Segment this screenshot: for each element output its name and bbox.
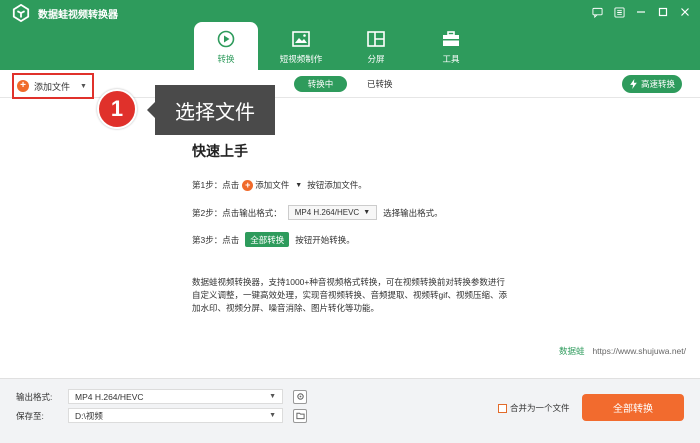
feedback-icon[interactable] (588, 3, 606, 21)
website-link[interactable]: https://www.shujuwa.net/ (592, 346, 686, 356)
toolbox-icon (443, 31, 459, 46)
add-icon: + (17, 80, 29, 92)
output-format-value: MP4 H.264/HEVC (75, 391, 144, 402)
brand-name: 数据蛙 (558, 346, 585, 356)
step1-suffix: 按钮添加文件。 (307, 180, 367, 190)
main-tabs: 转换 短视频制作 分屏 工具 (194, 22, 494, 70)
settings-icon (296, 393, 304, 400)
video-maker-icon (292, 31, 310, 47)
quickstart-panel: 快速上手 第1步：点击 + 添加文件 ▼ 按钮添加文件。 第2步：点击输出格式：… (0, 99, 700, 369)
merge-option[interactable]: 合并为一个文件 (498, 402, 570, 414)
tab-video-maker[interactable]: 短视频制作 (269, 22, 333, 70)
convert-icon (217, 30, 235, 48)
save-to-value: D:\视频 (75, 410, 103, 421)
quickstart-title: 快速上手 (192, 143, 248, 159)
chevron-down-icon: ▼ (269, 393, 276, 400)
tab-convert-label: 转换 (217, 54, 235, 64)
tab-converting[interactable]: 转换中 (294, 76, 347, 92)
output-format-row: 输出格式: MP4 H.264/HEVC ▼ (16, 389, 307, 404)
split-screen-icon (367, 31, 385, 47)
step3-prefix: 第3步：点击 (192, 234, 240, 245)
step3-suffix: 按钮开始转换。 (295, 234, 355, 245)
product-description: 数据蛙视频转换器，支持1000+种音视频格式转换，可在视频转换前对转换参数进行自… (192, 277, 507, 313)
chevron-down-icon: ▼ (295, 181, 303, 189)
minimize-icon[interactable] (632, 3, 650, 21)
chevron-down-icon[interactable]: ▼ (80, 83, 87, 90)
tab-toolbox[interactable]: 工具 (419, 22, 483, 70)
chevron-down-icon: ▼ (269, 412, 276, 419)
add-file-button[interactable]: + 添加文件 ▼ (12, 73, 94, 99)
fast-convert-button[interactable]: 高速转换 (622, 75, 682, 93)
menu-icon[interactable] (610, 3, 628, 21)
inline-convert-all-pill: 全部转换 (245, 232, 290, 247)
step2-suffix: 选择输出格式。 (383, 207, 443, 218)
tab-convert[interactable]: 转换 (194, 22, 258, 70)
app-title: 数据蛙视频转换器 (38, 10, 118, 21)
website-info: 数据蛙 https://www.shujuwa.net/ (559, 345, 686, 357)
format-settings-button[interactable] (293, 389, 307, 404)
window-controls (588, 3, 694, 21)
save-to-row: 保存至: D:\视频 ▼ (16, 408, 307, 423)
step2-format: MP4 H.264/HEVC (294, 208, 360, 217)
fast-convert-label: 高速转换 (640, 79, 675, 89)
step1-add-label: 添加文件 (255, 180, 290, 190)
step2-prefix: 第2步：点击输出格式： (192, 207, 282, 218)
inline-format-pill: MP4 H.264/HEVC ▼ (287, 205, 378, 220)
merge-checkbox[interactable] (498, 403, 507, 413)
output-format-label: 输出格式: (16, 391, 53, 402)
maximize-icon[interactable] (654, 3, 672, 21)
add-icon: + (242, 179, 254, 191)
save-to-select[interactable]: D:\视频 ▼ (68, 408, 283, 423)
tab-split-screen[interactable]: 分屏 (344, 22, 408, 70)
convert-all-button[interactable]: 全部转换 (582, 394, 684, 421)
tab-toolbox-label: 工具 (442, 54, 460, 64)
app-header: 数据蛙视频转换器 转换 短视频制作 分屏 工具 (0, 0, 700, 70)
footer-bar: 输出格式: MP4 H.264/HEVC ▼ 保存至: D:\视频 ▼ 合并为一… (0, 378, 700, 443)
open-folder-button[interactable] (293, 408, 307, 423)
output-format-select[interactable]: MP4 H.264/HEVC ▼ (68, 389, 283, 404)
step1-prefix: 第1步：点击 (192, 180, 240, 190)
merge-label: 合并为一个文件 (510, 403, 570, 413)
lightning-icon (630, 79, 637, 89)
tab-split-screen-label: 分屏 (367, 54, 385, 64)
save-to-label: 保存至: (16, 410, 44, 421)
inline-add-file: + 添加文件 (242, 179, 289, 191)
close-icon[interactable] (676, 3, 694, 21)
quickstart-step-1: 第1步：点击 + 添加文件 ▼ 按钮添加文件。 (192, 179, 367, 191)
add-file-label: 添加文件 (34, 81, 71, 92)
tab-converted[interactable]: 已转换 (367, 78, 393, 90)
tab-video-maker-label: 短视频制作 (279, 54, 323, 64)
folder-icon (295, 412, 305, 420)
chevron-down-icon: ▼ (363, 209, 371, 216)
app-logo-icon (12, 4, 30, 22)
quickstart-step-3: 第3步：点击 全部转换 按钮开始转换。 (192, 232, 355, 247)
quickstart-step-2: 第2步：点击输出格式： MP4 H.264/HEVC ▼ 选择输出格式。 (192, 205, 443, 220)
conversion-status-switch: 转换中 已转换 (294, 76, 393, 92)
